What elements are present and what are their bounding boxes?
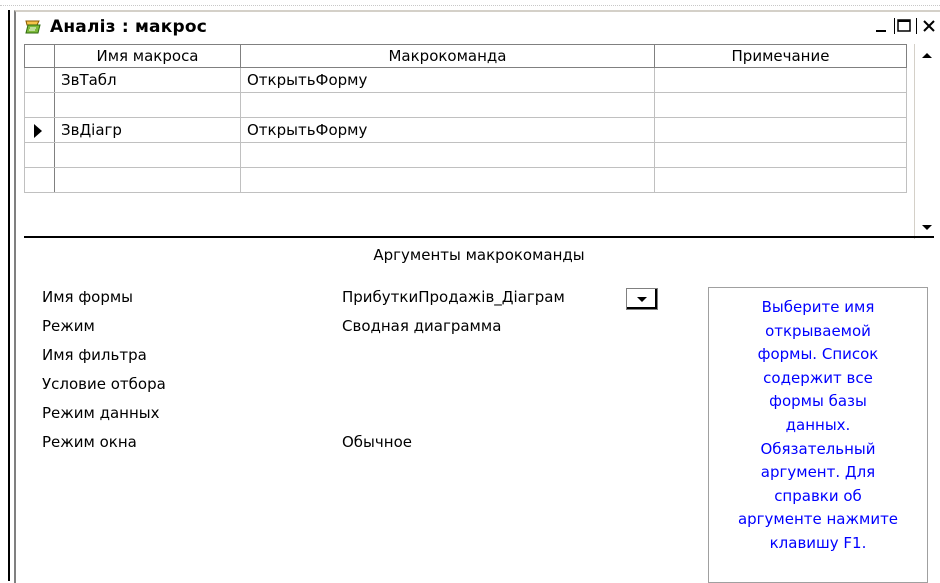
- header-row: Имя макроса Макрокоманда Примечание: [24, 44, 907, 68]
- macro-window: Аналіз : макрос Имя макроса Макрокоманда…: [14, 10, 940, 583]
- vertical-scrollbar[interactable]: [914, 44, 939, 239]
- form-name-field[interactable]: ПрибуткиПродажів_Діаграм: [342, 288, 565, 306]
- window-mode-field[interactable]: Обычное: [342, 433, 412, 451]
- macro-name-cell[interactable]: ЗвТабл: [54, 67, 241, 93]
- table-row: [24, 142, 907, 168]
- help-line: Обязательный: [760, 439, 876, 458]
- macro-name-cell[interactable]: [54, 142, 241, 168]
- macro-table: Имя макроса Макрокоманда Примечание ЗвТа…: [24, 44, 907, 193]
- action-cell[interactable]: [240, 167, 655, 193]
- macro-icon: [25, 20, 41, 34]
- argument-label: Режим окна: [42, 433, 137, 451]
- title-bar[interactable]: Аналіз : макрос: [16, 12, 940, 42]
- action-cell[interactable]: [240, 142, 655, 168]
- row-selector[interactable]: [24, 142, 55, 168]
- note-cell[interactable]: [654, 167, 907, 193]
- action-cell[interactable]: ОткрытьФорму: [240, 67, 655, 93]
- column-header-note[interactable]: Примечание: [654, 44, 907, 68]
- maximize-button[interactable]: [894, 16, 918, 36]
- form-name-dropdown-button[interactable]: [626, 288, 658, 310]
- column-header-action[interactable]: Макрокоманда: [240, 44, 655, 68]
- table-row: [24, 167, 907, 193]
- help-line: Выберите имя: [761, 298, 875, 316]
- argument-label: Имя фильтра: [42, 346, 147, 364]
- scroll-down-icon[interactable]: [915, 216, 939, 238]
- grid-divider: [24, 236, 934, 238]
- window-controls: [870, 16, 940, 36]
- macro-grid: Имя макроса Макрокоманда Примечание ЗвТа…: [24, 44, 930, 239]
- macro-name-cell[interactable]: [54, 167, 241, 193]
- help-line: содержит все: [763, 368, 873, 387]
- argument-label: Имя формы: [42, 288, 134, 306]
- row-selector[interactable]: [24, 117, 55, 143]
- minimize-button[interactable]: [870, 16, 894, 36]
- row-selector[interactable]: [24, 67, 55, 93]
- help-line: формы. Список: [757, 345, 879, 364]
- scroll-up-icon[interactable]: [915, 44, 939, 66]
- help-line: аргументе нажмите: [737, 510, 899, 529]
- table-row: [24, 92, 907, 118]
- window-title: Аналіз : макрос: [50, 17, 207, 37]
- help-line: формы базы: [769, 392, 867, 411]
- screen-top-edge: [0, 0, 940, 6]
- row-selector[interactable]: [24, 167, 55, 193]
- macro-name-cell[interactable]: [54, 92, 241, 118]
- argument-label: Режим: [42, 317, 95, 335]
- help-line: данных.: [785, 415, 851, 434]
- argument-label: Режим данных: [42, 404, 160, 422]
- argument-label: Условие отбора: [42, 375, 166, 393]
- note-cell[interactable]: [654, 92, 907, 118]
- action-cell[interactable]: ОткрытьФорму: [240, 117, 655, 143]
- screen-left-border: [8, 10, 10, 581]
- table-row-current: ЗвДіагр ОткрытьФорму: [24, 117, 907, 143]
- close-button[interactable]: [918, 16, 940, 36]
- current-row-pointer-icon: [34, 124, 42, 138]
- help-text-box: Выберите имя открываемой формы. Список с…: [708, 287, 928, 583]
- action-cell[interactable]: [240, 92, 655, 118]
- chevron-down-icon: [627, 289, 657, 309]
- note-cell[interactable]: [654, 67, 907, 93]
- column-header-macro-name[interactable]: Имя макроса: [54, 44, 241, 68]
- help-line: открываемой: [765, 321, 871, 340]
- help-line: аргумент. Для: [760, 463, 876, 482]
- note-cell[interactable]: [654, 142, 907, 168]
- view-field[interactable]: Сводная диаграмма: [342, 317, 501, 335]
- macro-name-cell[interactable]: ЗвДіагр: [54, 117, 241, 143]
- table-row: ЗвТабл ОткрытьФорму: [24, 67, 907, 93]
- row-selector[interactable]: [24, 92, 55, 118]
- row-selector-header[interactable]: [24, 44, 55, 68]
- arguments-title: Аргументы макрокоманды: [373, 246, 585, 264]
- note-cell[interactable]: [654, 117, 907, 143]
- help-line: клавишу F1.: [769, 533, 867, 552]
- help-line: справки об: [774, 486, 862, 505]
